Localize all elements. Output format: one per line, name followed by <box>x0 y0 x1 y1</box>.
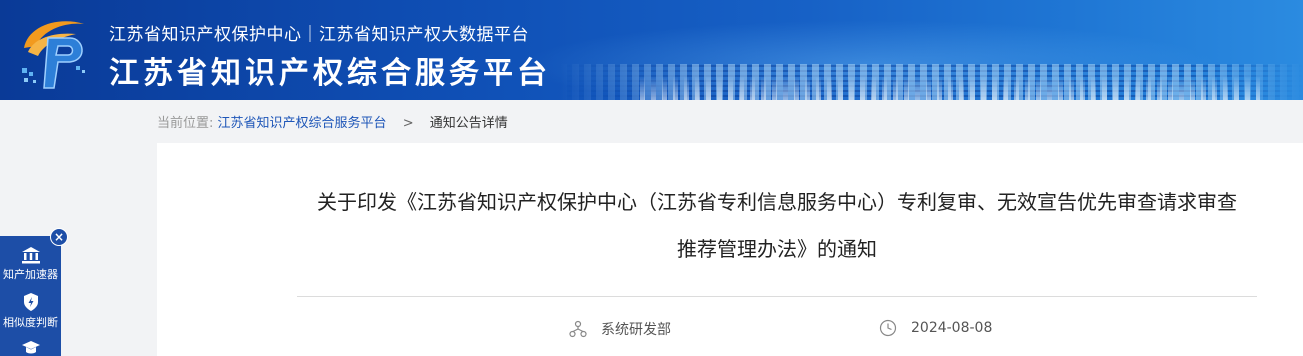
clock-icon <box>879 319 897 337</box>
article-department: 系统研发部 <box>569 319 671 339</box>
side-item-education[interactable] <box>0 340 61 356</box>
breadcrumb-prefix: 当前位置: <box>157 116 214 131</box>
banner-data-pattern-front <box>640 76 1260 100</box>
article-publish-date: 2024-08-08 <box>879 319 992 337</box>
shield-bolt-icon <box>23 293 38 311</box>
title-divider <box>297 296 1257 297</box>
site-logo-icon[interactable] <box>18 8 100 94</box>
site-header-banner: 江苏省知识产权保护中心｜江苏省知识产权大数据平台 江苏省知识产权综合服务平台 <box>0 0 1303 100</box>
breadcrumb: 当前位置: 江苏省知识产权综合服务平台 > 通知公告详情 <box>157 112 508 131</box>
side-item-label: 相似度判断 <box>3 316 58 329</box>
header-subtitle: 江苏省知识产权保护中心｜江苏省知识产权大数据平台 <box>109 25 529 45</box>
article-title-line-1: 关于印发《江苏省知识产权保护中心（江苏省专利信息服务中心）专利复审、无效宣告优先… <box>317 190 1237 214</box>
article-title-line-2: 推荐管理办法》的通知 <box>677 237 877 261</box>
breadcrumb-home-link[interactable]: 江苏省知识产权综合服务平台 <box>218 116 387 131</box>
org-structure-icon <box>569 320 587 338</box>
department-name: 系统研发部 <box>601 322 671 338</box>
site-title: 江苏省知识产权综合服务平台 <box>109 56 551 91</box>
close-panel-button[interactable]: × <box>50 228 68 246</box>
side-item-similarity[interactable]: 相似度判断 <box>0 292 61 330</box>
article-card: 关于印发《江苏省知识产权保护中心（江苏省专利信息服务中心）专利复审、无效宣告优先… <box>157 143 1303 356</box>
breadcrumb-separator: > <box>402 116 414 131</box>
side-item-accelerator[interactable]: 知产加速器 <box>0 246 61 282</box>
bank-icon <box>21 247 40 264</box>
graduation-cap-icon <box>21 341 40 354</box>
side-item-label: 知产加速器 <box>3 268 58 281</box>
article-title: 关于印发《江苏省知识产权保护中心（江苏省专利信息服务中心）专利复审、无效宣告优先… <box>287 179 1267 273</box>
breadcrumb-current: 通知公告详情 <box>429 116 508 131</box>
publish-date: 2024-08-08 <box>911 320 993 336</box>
